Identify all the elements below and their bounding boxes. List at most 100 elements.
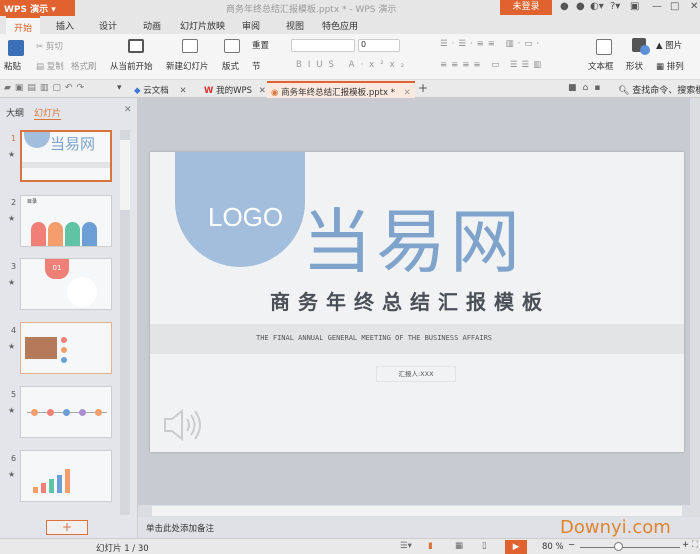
thumb-number: 2 (11, 198, 17, 207)
from-current-button[interactable]: 从当前开始 (110, 60, 153, 72)
close-icon[interactable]: ✕ (404, 88, 411, 98)
slide-thumbnail-6[interactable] (20, 450, 112, 502)
horizontal-scrollbar[interactable] (138, 505, 700, 517)
close-icon[interactable]: ✕ (179, 86, 186, 96)
minimize-button[interactable]: — (652, 1, 662, 12)
quick-access-bar: ▰▣▤▥▢↶↷ ▾ ◆ 云文档 ✕ W 我的WPS ✕ ◉ 商务年终总结汇报模板… (0, 80, 700, 98)
zoom-out-button[interactable]: − (568, 540, 575, 550)
font-size-select[interactable]: 0 (358, 39, 400, 52)
scrollbar-thumb[interactable] (152, 506, 682, 516)
tab-outline[interactable]: 大纲 (6, 106, 24, 119)
paste-icon[interactable] (8, 40, 24, 56)
doc-tab-label: 云文档 (143, 86, 169, 96)
picture-button[interactable]: ▲ 图片 (656, 39, 682, 51)
layout-icon (224, 39, 240, 53)
speaker-icon[interactable] (162, 407, 206, 443)
thumb-dot (31, 409, 38, 416)
title-bar: WPS 演示 ▾ 商务年终总结汇报模板.pptx * - WPS 演示 未登录 … (0, 0, 700, 16)
arrange-button[interactable]: ▦ 排列 (656, 60, 684, 72)
slide-thumbnail-1[interactable]: 当易网 (20, 130, 112, 182)
fit-window-icon[interactable]: ⛶ (692, 540, 698, 550)
command-search[interactable]: 🔍︎ 查找命令、搜索模板 (618, 83, 700, 96)
shape-button[interactable]: 形状 (626, 60, 643, 72)
tab-design[interactable]: 设计 (99, 19, 117, 32)
transition-star-icon: ★ (8, 214, 16, 223)
thumbnail-scrollbar[interactable] (120, 130, 130, 515)
vertical-scrollbar[interactable] (690, 98, 700, 505)
add-slide-button[interactable]: + (46, 520, 88, 535)
ppt-icon: ◉ (271, 88, 279, 98)
help-icon[interactable]: ?▾ (610, 1, 620, 12)
close-icon[interactable]: ✕ (259, 86, 266, 96)
doc-tab-cloud[interactable]: ◆ 云文档 ✕ (130, 81, 191, 98)
thumb-card (31, 222, 46, 246)
layout-button[interactable]: 版式 (222, 60, 239, 72)
textbox-button[interactable]: 文本框 (588, 60, 614, 72)
close-panel-icon[interactable]: ✕ (124, 105, 132, 115)
notes-placeholder[interactable]: 单击此处添加备注 (146, 524, 214, 534)
zoom-in-button[interactable]: + (682, 540, 689, 550)
slide-thumbnail-4[interactable] (20, 322, 112, 374)
quick-access-dropdown[interactable]: ▾ (117, 83, 122, 93)
reset-button[interactable]: 重置 (252, 39, 269, 51)
settings-icon[interactable]: ● (576, 1, 585, 12)
thumb-card (65, 222, 80, 246)
copy-label: 复制 (46, 62, 64, 72)
slide-thumbnail-5[interactable] (20, 386, 112, 438)
feedback-icon[interactable]: ◐▾ (590, 1, 604, 12)
tab-insert[interactable]: 插入 (56, 19, 74, 32)
cloud-icon: ◆ (134, 86, 141, 96)
tab-special[interactable]: 特色应用 (322, 19, 358, 32)
notes-toggle-icon[interactable]: ☰▾ (400, 541, 412, 551)
new-slide-button[interactable]: 新建幻灯片 (166, 60, 209, 72)
tab-slideshow[interactable]: 幻灯片放映 (180, 19, 225, 32)
slide-thumbnail-2[interactable]: 目录 (20, 195, 112, 247)
quick-access-icons[interactable]: ▰▣▤▥▢↶↷ (4, 83, 88, 93)
cut-button[interactable]: ✂ 剪切 (36, 40, 63, 52)
paragraph-buttons[interactable]: ☰·☰·≡≡ ▥·▭· (440, 39, 543, 49)
tab-tools-icons[interactable]: ■⌂▪ (568, 83, 606, 93)
doc-tab-mywps[interactable]: W 我的WPS ✕ (200, 81, 270, 98)
thumb-dot (63, 409, 70, 416)
format-painter-button[interactable]: 格式刷 (71, 60, 97, 72)
sorter-view-icon[interactable]: ▦ (455, 541, 463, 551)
command-search-input[interactable]: 查找命令、搜索模板 (632, 86, 700, 96)
thumb-dot (61, 357, 67, 363)
scrollbar-thumb[interactable] (120, 140, 130, 210)
doc-tab-current[interactable]: ◉ 商务年终总结汇报模板.pptx * ✕ (267, 81, 415, 98)
new-slide-icon (182, 39, 198, 53)
thumb-card (48, 222, 63, 246)
paste-button[interactable]: 粘贴 (4, 60, 21, 72)
normal-view-icon[interactable]: ▮ (428, 541, 433, 551)
thumb-band (22, 162, 110, 168)
play-slideshow-button[interactable]: ▶ (505, 540, 527, 554)
tab-animation[interactable]: 动画 (143, 19, 161, 32)
app-name: WPS 演示 (4, 5, 49, 15)
slideshow-icon (128, 39, 144, 53)
maximize-button[interactable]: □ (670, 1, 679, 12)
tab-slides[interactable]: 幻灯片 (34, 106, 62, 120)
tab-review[interactable]: 审阅 (242, 19, 260, 32)
slide-thumbnail-3[interactable]: 01 (20, 258, 112, 310)
zoom-level[interactable]: 80 % (542, 542, 564, 552)
slide-canvas[interactable]: LOGO 当易网 商务年终总结汇报模板 THE FINAL ANNUAL GEN… (150, 152, 684, 452)
zoom-slider-handle[interactable] (614, 542, 623, 551)
skin-icon[interactable]: ● (560, 1, 569, 12)
zoom-slider[interactable] (580, 547, 680, 548)
restore-ribbon-icon[interactable]: ▣ (630, 1, 639, 12)
close-button[interactable]: ✕ (690, 1, 698, 12)
app-menu-button[interactable]: WPS 演示 ▾ (0, 0, 75, 16)
copy-button[interactable]: ▤ 复制 (36, 60, 64, 72)
reading-view-icon[interactable]: ▯ (482, 541, 487, 551)
align-buttons[interactable]: ≡≡≡≡ ▭ ☰☰▥ (440, 60, 545, 70)
login-button[interactable]: 未登录 (500, 0, 552, 15)
thumb-card (82, 222, 97, 246)
section-button[interactable]: 节 (252, 60, 261, 72)
font-style-buttons[interactable]: BIUS A·x²x₂ (296, 60, 410, 70)
font-name-select[interactable] (291, 39, 355, 52)
thumb-bar (65, 469, 70, 493)
transition-star-icon: ★ (8, 278, 16, 287)
new-tab-button[interactable]: + (418, 81, 428, 95)
tab-home[interactable]: 开始 (6, 16, 41, 34)
tab-view[interactable]: 视图 (286, 19, 304, 32)
